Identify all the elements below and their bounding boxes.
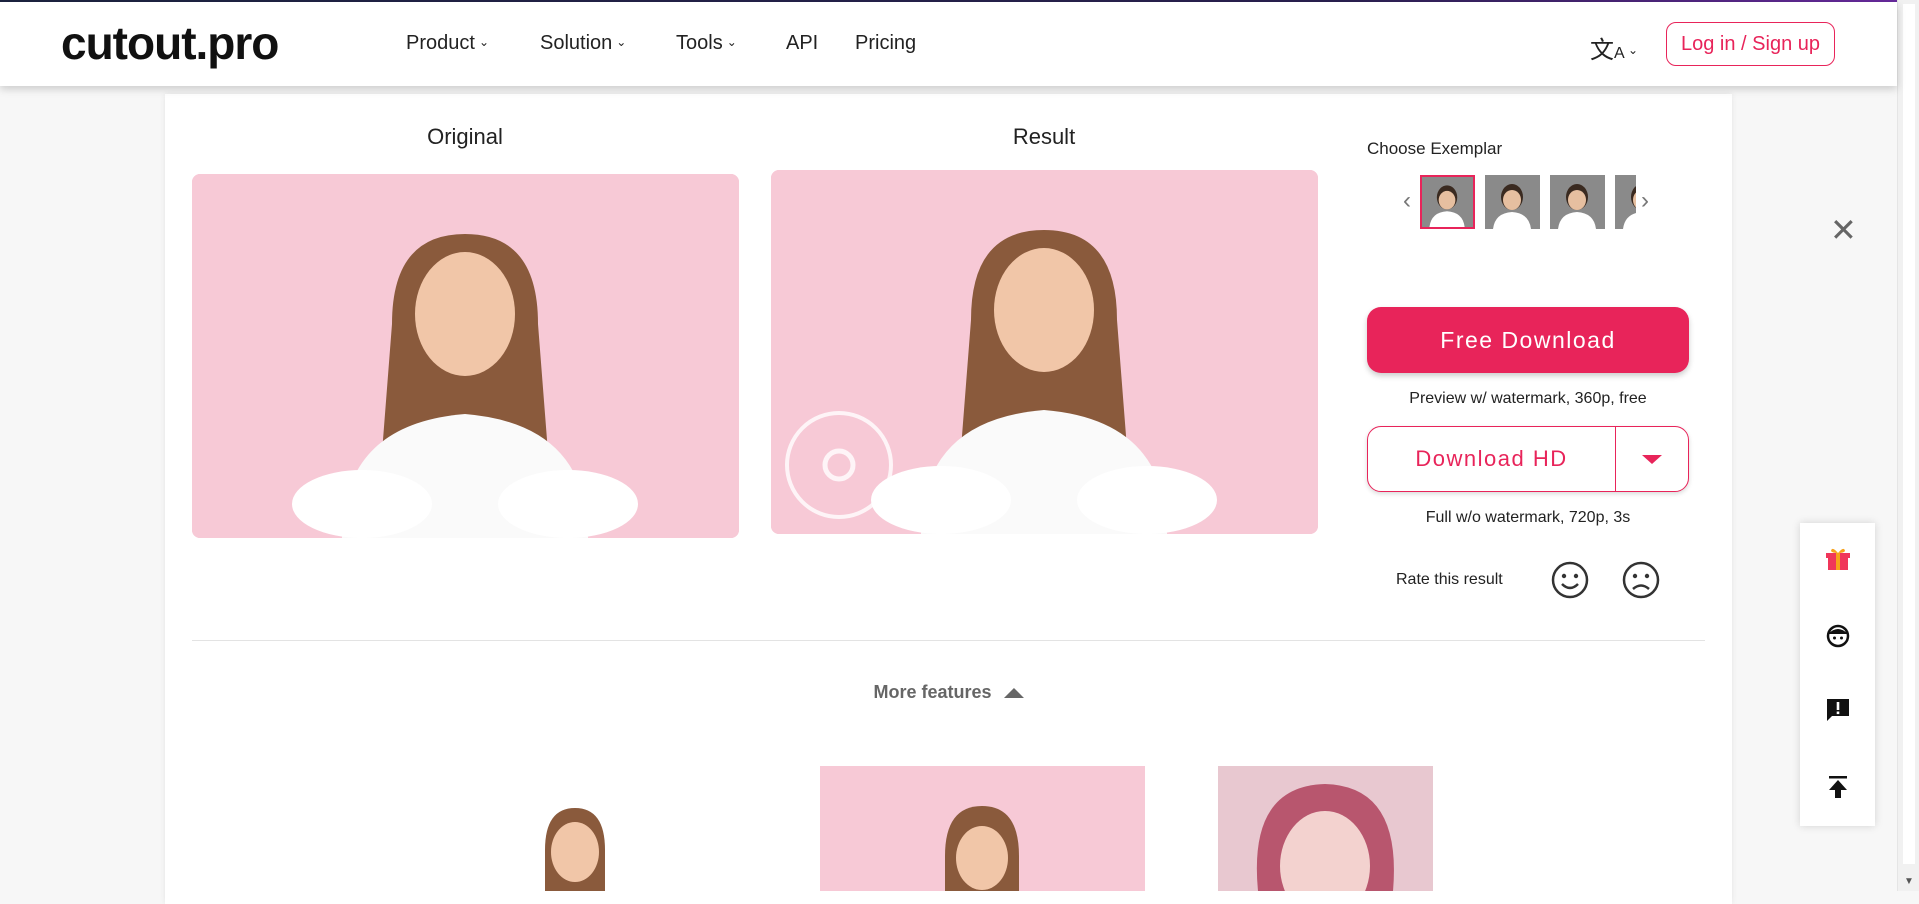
logo[interactable]: cutout.pro: [61, 16, 279, 70]
nav-product[interactable]: Product ⌄: [406, 32, 489, 55]
nav-solution[interactable]: Solution ⌄: [540, 32, 626, 55]
free-download-button[interactable]: Free Download: [1367, 307, 1689, 373]
download-options-dropdown[interactable]: [1616, 427, 1688, 491]
chevron-right-icon[interactable]: ›: [1641, 187, 1649, 215]
gift-icon[interactable]: [1824, 545, 1852, 573]
frown-icon[interactable]: [1622, 561, 1660, 599]
nav-label: Solution: [540, 32, 613, 54]
nav-api[interactable]: API: [786, 32, 818, 55]
support-icon[interactable]: [1824, 622, 1852, 650]
choose-exemplar-title: Choose Exemplar: [1367, 139, 1503, 158]
original-image: [192, 174, 739, 538]
back-to-top-icon[interactable]: [1824, 773, 1852, 801]
feature-preview-portrait[interactable]: [1218, 766, 1433, 891]
nav-pricing[interactable]: Pricing: [855, 32, 916, 55]
feature-preview-pink-bg[interactable]: [820, 766, 1145, 891]
free-download-note: Preview w/ watermark, 360p, free: [1409, 390, 1647, 407]
nav-label: Product: [406, 32, 475, 54]
smile-icon[interactable]: [1551, 561, 1589, 599]
translate-icon[interactable]: 文A ⌄: [1590, 30, 1638, 65]
close-icon[interactable]: ✕: [1830, 214, 1857, 246]
nav-tools[interactable]: Tools ⌄: [676, 32, 737, 55]
login-signup-button[interactable]: Log in / Sign up: [1666, 22, 1835, 66]
original-label: Original: [427, 124, 503, 149]
result-image: [771, 170, 1318, 534]
chevron-down-icon: ⌄: [726, 35, 737, 49]
chevron-left-icon[interactable]: ‹: [1403, 187, 1411, 215]
scroll-down-arrow-icon[interactable]: ▼: [1904, 876, 1914, 887]
download-hd-button[interactable]: Download HD: [1368, 427, 1616, 491]
site-header: cutout.pro Product ⌄ Solution ⌄ Tools ⌄ API…: [0, 2, 1897, 86]
exemplar-thumb[interactable]: [1420, 175, 1475, 229]
exemplar-thumb[interactable]: [1550, 175, 1605, 229]
caret-down-icon: [1642, 454, 1662, 464]
floating-toolbar: [1800, 523, 1875, 826]
feature-preview-cutout[interactable]: [520, 800, 630, 891]
hd-download-note: Full w/o watermark, 720p, 3s: [1425, 509, 1631, 526]
download-hd-group: Download HD: [1367, 426, 1689, 492]
page-scrollbar[interactable]: ▼: [1897, 0, 1919, 891]
feedback-icon[interactable]: [1824, 696, 1852, 724]
scrollbar-thumb[interactable]: [1903, 4, 1915, 864]
exemplar-thumb[interactable]: [1615, 175, 1636, 229]
chevron-down-icon: ⌄: [616, 35, 627, 49]
chevron-down-icon: ⌄: [478, 35, 489, 49]
nav-label: Tools: [676, 32, 723, 54]
result-label: Result: [1012, 124, 1076, 149]
rate-label: Rate this result: [1396, 571, 1503, 588]
exemplar-carousel: [1420, 175, 1636, 229]
exemplar-thumb[interactable]: [1485, 175, 1540, 229]
